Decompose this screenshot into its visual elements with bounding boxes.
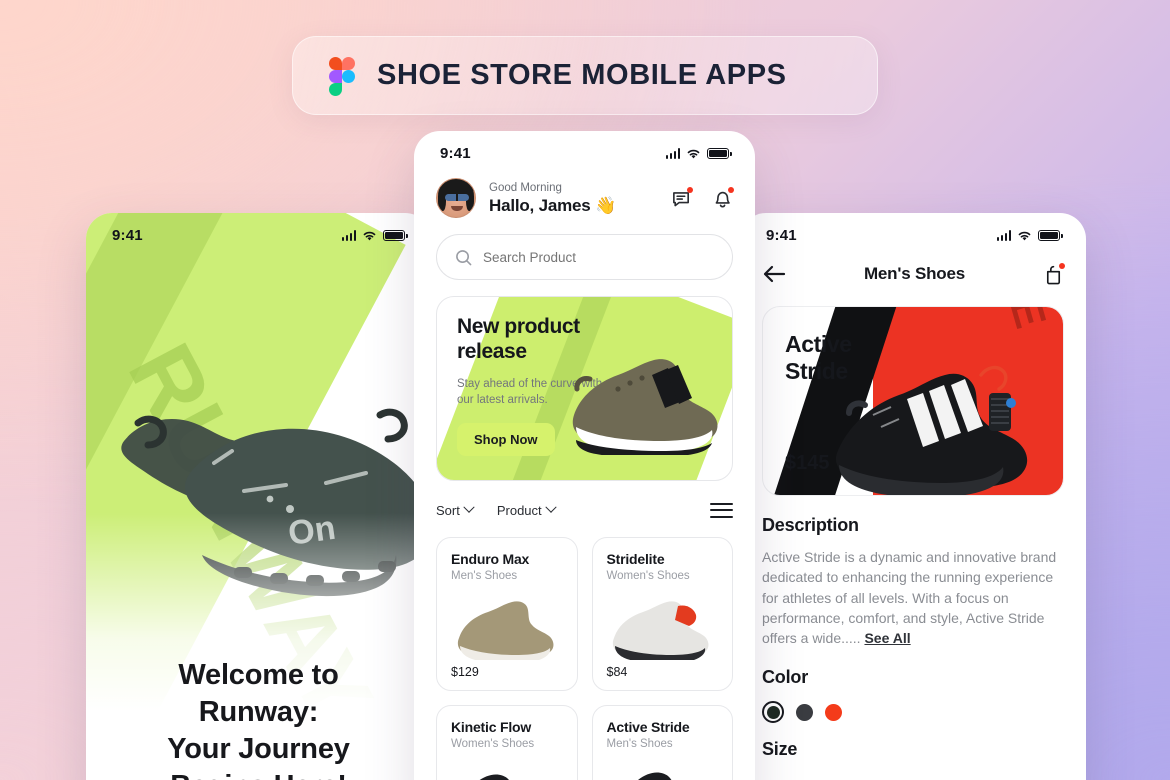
wifi-icon [687,149,700,158]
search-bar[interactable] [436,234,733,280]
chevron-down-icon [463,501,475,514]
search-icon [456,249,472,265]
notification-badge [728,186,734,193]
battery-full-icon [383,230,408,241]
page-title-banner: SHOE STORE MOBILE APPS [292,36,878,115]
phone-product-detail-screen: 9:41 Men's Shoes Active Stride $145 Desc… [740,213,1086,780]
onboarding-headline: Welcome to Runway: Your Journey Begins H… [86,657,431,780]
color-heading: Color [762,667,808,688]
cellular-signal-icon [341,230,356,241]
product-card[interactable]: Kinetic Flow Women's Shoes [436,704,578,780]
status-time: 9:41 [766,227,797,244]
product-name: Active Stride [606,718,690,735]
description-heading: Description [762,515,859,535]
color-swatch-red[interactable] [825,703,842,721]
greeting-username: Hallo, James 👋 [489,196,671,216]
cellular-signal-icon [996,230,1011,241]
avatar[interactable] [436,178,476,218]
see-all-link[interactable]: See All [864,630,910,646]
wifi-icon [1018,231,1031,240]
page-title: SHOE STORE MOBILE APPS [377,59,787,91]
product-name-line-1: Active [785,331,852,357]
detail-navbar: Men's Shoes [762,258,1065,290]
promo-banner[interactable]: New product release Stay ahead of the cu… [436,296,733,481]
headline-line-3: Your Journey [167,732,350,765]
battery-full-icon [1038,230,1063,241]
search-input[interactable] [483,249,714,265]
status-bar: 9:41 [740,213,1086,244]
shoe-illustration [572,359,718,455]
shopping-bag-icon[interactable] [1043,262,1065,285]
status-time: 9:41 [112,227,143,244]
product-grid: Enduro Max Men's Shoes $129 Stridelite W… [436,536,733,780]
color-swatch-selected[interactable] [762,701,784,724]
cart-badge [1059,262,1065,269]
phone-home-screen: 9:41 Good Morning Hallo, James 👋 Search … [414,131,755,780]
status-bar: 9:41 [86,213,431,244]
sort-dropdown[interactable]: Sort [436,501,475,518]
color-swatch-charcoal[interactable] [796,703,813,721]
page-title: Men's Shoes [863,264,966,283]
product-card[interactable]: Stridelite Women's Shoes $84 [591,536,733,691]
color-swatch-list [762,701,1064,724]
greeting-name-text: Hallo, James [489,196,591,216]
filter-row: Sort Product [436,498,733,523]
status-bar: 9:41 [414,131,755,162]
headline-line-4: Begins Here! [104,768,413,780]
product-category: Men's Shoes [451,569,518,582]
chevron-down-icon [544,501,557,514]
size-heading: Size [762,739,798,760]
product-category: Women's Shoes [606,569,690,582]
greeting-subtitle: Good Morning [489,181,562,194]
product-name: Active Stride [785,331,852,385]
battery-full-icon [707,148,732,159]
wifi-icon [363,231,376,240]
shoe-illustration [835,365,1028,495]
product-label: Product [496,502,542,518]
arrow-left-icon[interactable] [762,264,786,284]
shoe-illustration [637,772,677,780]
shoe-illustration [457,600,554,660]
product-name: Kinetic Flow [451,718,532,735]
description-text: Active Stride is a dynamic and innovativ… [762,547,1064,648]
product-price: $84 [606,664,628,679]
product-card[interactable]: Active Stride Men's Shoes [591,704,733,780]
product-card[interactable]: Enduro Max Men's Shoes $129 [436,536,578,691]
product-category: Men's Shoes [606,737,673,750]
status-time: 9:41 [440,145,471,162]
product-hero-card[interactable]: ACTIVE STRIDE Active Stride [762,306,1064,496]
product-category: Women's Shoes [451,737,535,750]
product-name: Stridelite [606,550,665,567]
wave-hand-icon: 👋 [595,196,617,216]
hamburger-menu-icon[interactable] [710,498,733,523]
greeting-row: Good Morning Hallo, James 👋 [436,178,734,218]
product-dropdown[interactable]: Product [496,501,557,518]
shoe-illustration [613,600,709,660]
product-price: $129 [451,664,479,679]
bell-icon[interactable] [712,186,734,209]
sort-label: Sort [436,502,460,518]
product-price: $145 [785,452,830,474]
promo-title-line-1: New product [457,315,580,338]
phone-onboarding-screen: RUNWAY On [86,213,431,780]
figma-logo-icon [329,56,355,96]
message-icon[interactable] [671,186,693,209]
shoe-illustration [478,774,510,780]
headline-line-1: Welcome to [178,658,339,691]
cellular-signal-icon [665,148,680,159]
headline-line-2: Runway: [198,695,319,728]
shop-now-button[interactable]: Shop Now [457,422,555,456]
product-name: Enduro Max [451,550,530,567]
message-badge [687,186,693,193]
product-name-line-2: Stride [785,358,848,385]
